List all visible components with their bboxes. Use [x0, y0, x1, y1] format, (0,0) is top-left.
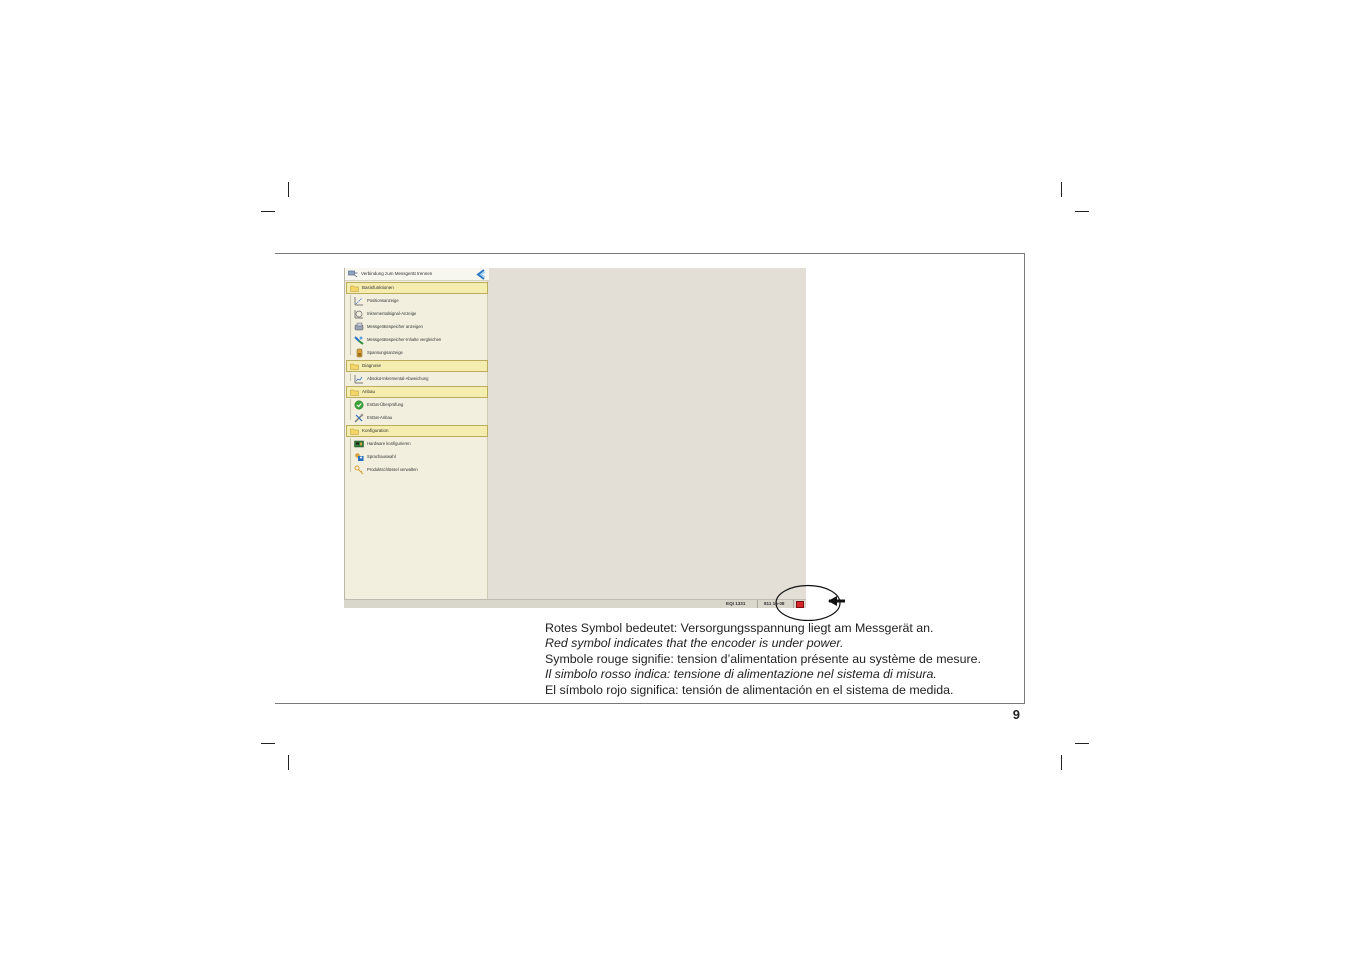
caption-es: El símbolo rojo significa: tensión de al… [545, 682, 954, 697]
folder-icon [350, 389, 359, 396]
caption-fr: Symbole rouge signifie: tension d’alimen… [545, 651, 981, 666]
tree-group[interactable]: Konfiguration [346, 425, 488, 437]
tree-item[interactable]: EnDat-Überprüfung [345, 399, 489, 412]
language-icon [355, 453, 364, 461]
tree-item-label: Spannungsanzeige [367, 350, 403, 355]
check-icon [354, 400, 364, 410]
caption-en: Red symbol indicates that the encoder is… [545, 636, 844, 651]
software-screenshot: Verbindung zum Messgerät trennen Basisfu… [344, 268, 806, 608]
tree-item[interactable]: Positionsanzeige [345, 295, 489, 308]
navigation-sidebar: Verbindung zum Messgerät trennen Basisfu… [344, 268, 489, 599]
folder-icon [350, 285, 359, 292]
disconnect-device-label: Verbindung zum Messgerät trennen [361, 271, 433, 276]
tree-item[interactable]: Messgerätespeicher-Inhalte vergleichen [345, 334, 489, 347]
crop-mark [1061, 755, 1062, 770]
tree-connector [350, 438, 351, 472]
tree-item[interactable]: Messgerätespeicher anzeigen [345, 321, 489, 334]
tree-item-label: Messgerätespeicher-Inhalte vergleichen [367, 337, 442, 342]
tree-group-label: Diagnose [362, 363, 382, 368]
tree-item[interactable]: Absolut-Inkremental-Abweichung [345, 373, 489, 386]
tree-item-label: Absolut-Inkremental-Abweichung [367, 376, 429, 381]
disconnect-device-row[interactable]: Verbindung zum Messgerät trennen [345, 268, 489, 281]
status-bar: EQI 1331 811 16-08 [344, 599, 806, 608]
tree-group-label: Basisfunktionen [362, 285, 394, 290]
caption-block: Rotes Symbol bedeutet: Versorgungsspannu… [545, 621, 1015, 698]
compare-icon [354, 336, 364, 345]
hardware-board-icon [354, 440, 364, 448]
tree-group-label: Konfiguration [362, 428, 389, 433]
tree-item-label: Sprachauswahl [367, 454, 396, 459]
page-number: 9 [1012, 707, 1020, 722]
crop-mark [261, 743, 275, 744]
folder-icon [350, 428, 359, 435]
status-separator [757, 600, 758, 608]
tree-item[interactable]: Spannungsanzeige [345, 347, 489, 360]
tree-connector [350, 399, 351, 420]
memory-chip-icon [354, 322, 364, 331]
caption-it: Il simbolo rosso indica: tensione di ali… [545, 667, 937, 682]
battery-icon [356, 348, 363, 358]
tree-item-label: EnDat-Anbau [367, 415, 393, 420]
tree-group[interactable]: Basisfunktionen [346, 282, 488, 294]
crop-mark [1075, 211, 1089, 212]
tree-item-label: Hardware konfigurieren [367, 441, 411, 446]
tree-item[interactable]: EnDat-Anbau [345, 412, 489, 425]
tree-group[interactable]: Anbau [346, 386, 488, 398]
tools-icon [354, 413, 364, 423]
tree-item[interactable]: Hardware konfigurieren [345, 438, 489, 451]
tree-connector [350, 295, 351, 355]
tree-item[interactable]: Inkrementalsignal-Anzeige [345, 308, 489, 321]
position-graph-icon [354, 297, 363, 306]
tree-group[interactable]: Diagnose [346, 360, 488, 372]
tree-group-label: Anbau [362, 389, 376, 394]
folder-icon [350, 363, 359, 370]
back-arrow-icon[interactable] [476, 269, 486, 280]
power-symbol-callout [775, 584, 845, 621]
crop-mark [1075, 743, 1089, 744]
device-type-status: EQI 1331 [726, 601, 746, 606]
deviation-graph-icon [354, 375, 363, 384]
crop-mark [261, 211, 275, 212]
connection-plug-icon [348, 270, 358, 278]
page-frame-bottom-rule [275, 703, 1025, 704]
lissajous-icon [354, 310, 363, 319]
tree-item[interactable]: Sprachauswahl [345, 451, 489, 464]
tree-item-label: Produktschlüssel verwalten [367, 467, 418, 472]
page-frame-right-rule [1024, 253, 1025, 704]
tree-item-label: Messgerätespeicher anzeigen [367, 324, 423, 329]
crop-mark [288, 182, 289, 197]
tree-item[interactable]: Produktschlüssel verwalten [345, 464, 489, 477]
crop-mark [288, 755, 289, 770]
tree-item-label: Inkrementalsignal-Anzeige [367, 311, 417, 316]
caption-de: Rotes Symbol bedeutet: Versorgungsspannu… [545, 621, 934, 635]
crop-mark [1061, 182, 1062, 197]
tree-item-label: EnDat-Überprüfung [367, 402, 404, 407]
keys-icon [354, 465, 364, 475]
tree-connector [350, 373, 351, 381]
tree-item-label: Positionsanzeige [367, 298, 399, 303]
page-frame-top-rule [275, 253, 1025, 254]
